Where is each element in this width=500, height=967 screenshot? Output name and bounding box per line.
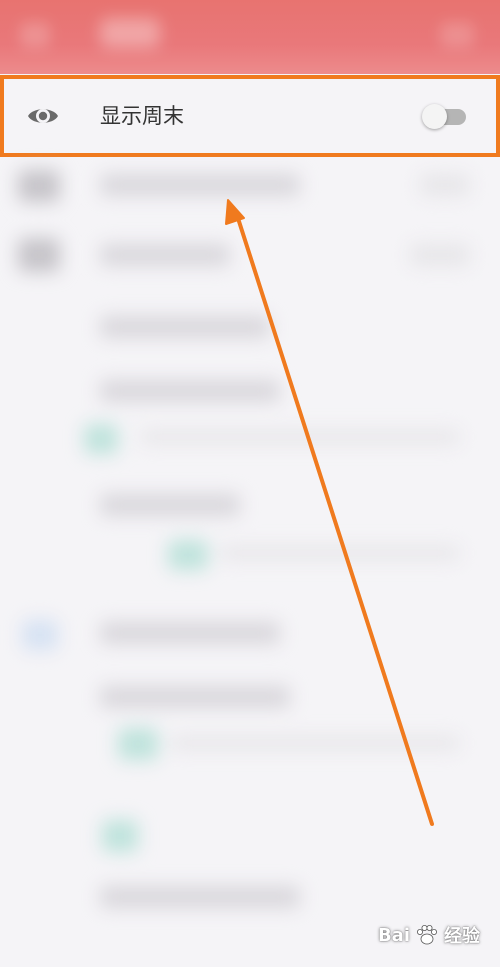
blurred-text xyxy=(100,886,300,908)
blurred-value xyxy=(410,244,470,266)
blurred-badge xyxy=(118,728,158,760)
watermark-suffix: 经验 xyxy=(444,926,480,947)
baidu-jingyan-watermark: Bai 经验 xyxy=(378,917,480,953)
blurred-value xyxy=(420,174,470,196)
blurred-text xyxy=(100,686,290,708)
blurred-text xyxy=(100,244,230,266)
show-weekend-setting-row[interactable]: 显示周末 xyxy=(0,75,500,157)
eye-icon xyxy=(28,109,58,123)
blurred-toolbar-action[interactable] xyxy=(440,22,474,48)
blurred-icon xyxy=(18,170,60,202)
blurred-text xyxy=(100,316,270,338)
paw-icon xyxy=(417,925,437,945)
screen: 显示周末 Bai 经验 xyxy=(0,0,500,967)
blurred-text xyxy=(100,380,280,402)
blurred-badge xyxy=(168,540,208,570)
blurred-toolbar-title xyxy=(100,18,160,48)
toggle-knob xyxy=(422,104,447,129)
show-weekend-toggle[interactable] xyxy=(422,102,470,130)
blurred-text xyxy=(100,174,300,196)
show-weekend-label: 显示周末 xyxy=(100,104,184,128)
blurred-text xyxy=(100,494,240,516)
blurred-badge xyxy=(84,424,118,454)
watermark-logo-text: Bai xyxy=(377,924,410,946)
blurred-back-button[interactable] xyxy=(20,22,50,48)
blurred-divider xyxy=(140,430,460,444)
blurred-settings-list xyxy=(0,160,500,967)
blurred-text xyxy=(100,622,280,644)
blurred-divider xyxy=(220,546,460,560)
blurred-icon xyxy=(22,620,58,650)
app-toolbar xyxy=(0,0,500,74)
blurred-divider xyxy=(170,736,460,750)
blurred-icon xyxy=(18,238,60,272)
blurred-badge xyxy=(102,820,138,852)
